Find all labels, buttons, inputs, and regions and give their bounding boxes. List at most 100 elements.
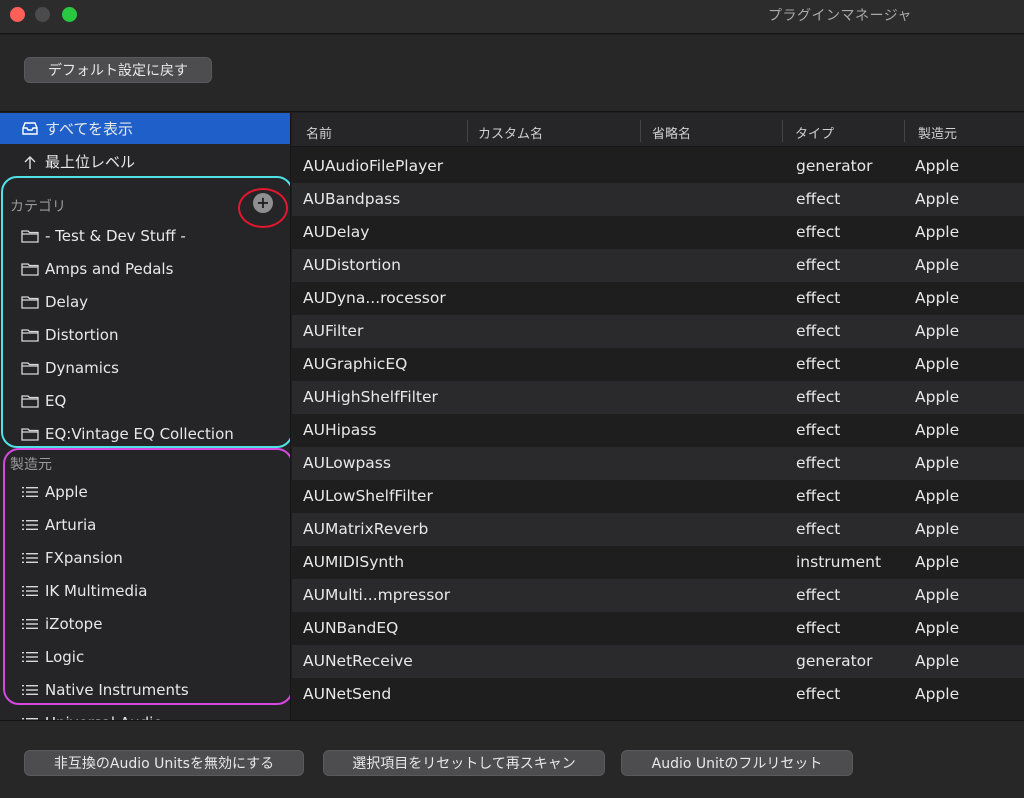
sidebar-item-label: - Test & Dev Stuff - (45, 226, 186, 245)
cell-manufacturer: Apple (915, 355, 960, 373)
cell-manufacturer: Apple (915, 289, 960, 307)
column-header-name[interactable]: 名前 (306, 123, 332, 142)
table-row[interactable]: AUAudioFilePlayer generator Apple (292, 150, 1024, 183)
add-category-button[interactable]: + (253, 193, 273, 213)
column-header-manufacturer[interactable]: 製造元 (918, 123, 957, 142)
cell-name: AUHipass (303, 421, 377, 439)
cell-manufacturer: Apple (915, 553, 960, 571)
table-row[interactable]: AUBandpass effect Apple (292, 183, 1024, 216)
plus-icon: + (256, 193, 270, 212)
disable-incompatible-button[interactable]: 非互換のAudio Unitsを無効にする (24, 750, 304, 776)
sidebar-item-manufacturer[interactable]: Arturia (0, 509, 290, 540)
sidebar-item-manufacturer[interactable]: Universal Audio (0, 707, 290, 720)
minimize-window-button[interactable] (35, 7, 50, 22)
list-icon (17, 618, 43, 630)
cell-type: generator (796, 157, 873, 175)
sidebar-item-manufacturer[interactable]: IK Multimedia (0, 575, 290, 606)
sidebar-item-category[interactable]: - Test & Dev Stuff - (0, 220, 290, 251)
cell-name: AUBandpass (303, 190, 401, 208)
sidebar-item-category[interactable]: EQ:Vintage EQ Collection (0, 418, 290, 449)
sidebar-item-manufacturer[interactable]: iZotope (0, 608, 290, 639)
table-row[interactable]: AUFilter effect Apple (292, 315, 1024, 348)
sidebar-item-category[interactable]: Amps and Pedals (0, 253, 290, 284)
sidebar-item-manufacturer[interactable]: Apple (0, 476, 290, 507)
cell-type: effect (796, 421, 841, 439)
list-icon (17, 651, 43, 663)
sidebar-item-label: IK Multimedia (45, 581, 148, 600)
sidebar-item-category[interactable]: Delay (0, 286, 290, 317)
sidebar-item-top-level[interactable]: 最上位レベル (0, 146, 290, 177)
sidebar-item-label: Dynamics (45, 358, 119, 377)
column-header-short-name[interactable]: 省略名 (652, 123, 691, 142)
sidebar-item-category[interactable]: EQ (0, 385, 290, 416)
table-row[interactable]: AUMIDISynth instrument Apple (292, 546, 1024, 579)
folder-icon (17, 229, 43, 243)
cell-type: effect (796, 289, 841, 307)
cell-type: effect (796, 619, 841, 637)
sidebar-item-label: 最上位レベル (45, 153, 136, 171)
cell-manufacturer: Apple (915, 322, 960, 340)
cell-name: AUMIDISynth (303, 553, 405, 571)
cell-type: effect (796, 454, 841, 472)
folder-icon (17, 262, 43, 276)
table-row[interactable]: AUNetReceive generator Apple (292, 645, 1024, 678)
table-row[interactable]: AUHighShelfFilter effect Apple (292, 381, 1024, 414)
cell-manufacturer: Apple (915, 586, 960, 604)
toolbar: デフォルト設定に戻す (0, 35, 1024, 112)
cell-type: effect (796, 256, 841, 274)
sidebar-item-label: Logic (45, 647, 85, 666)
table-row[interactable]: AUMulti...mpressor effect Apple (292, 579, 1024, 612)
table-row[interactable]: AUGraphicEQ effect Apple (292, 348, 1024, 381)
sidebar-item-category[interactable]: Dynamics (0, 352, 290, 383)
sidebar-item-manufacturer[interactable]: Native Instruments (0, 674, 290, 705)
sidebar-item-label: Native Instruments (45, 680, 189, 699)
sidebar-item-label: Delay (45, 292, 89, 311)
plugin-table: 名前 カスタム名 省略名 タイプ 製造元 AUAudioFilePlayer ge… (292, 113, 1024, 720)
cell-manufacturer: Apple (915, 157, 960, 175)
table-row[interactable]: AULowpass effect Apple (292, 447, 1024, 480)
sidebar-item-label: すべてを表示 (45, 120, 134, 138)
table-row[interactable]: AUMatrixReverb effect Apple (292, 513, 1024, 546)
table-row[interactable]: AUNBandEQ effect Apple (292, 612, 1024, 645)
sidebar: すべてを表示 最上位レベル カテゴリ + - Test & Dev Stuff … (0, 113, 291, 720)
sidebar-item-show-all[interactable]: すべてを表示 (0, 113, 290, 144)
cell-manufacturer: Apple (915, 520, 960, 538)
bottom-bar: 非互換のAudio Unitsを無効にする 選択項目をリセットして再スキャン A… (0, 720, 1024, 798)
cell-type: effect (796, 388, 841, 406)
sidebar-item-label: iZotope (45, 614, 103, 633)
cell-manufacturer: Apple (915, 256, 960, 274)
folder-icon (17, 394, 43, 408)
cell-type: effect (796, 685, 841, 703)
sidebar-item-label: Amps and Pedals (45, 259, 174, 278)
table-row[interactable]: AUDistortion effect Apple (292, 249, 1024, 282)
cell-type: generator (796, 652, 873, 670)
sidebar-item-category[interactable]: Distortion (0, 319, 290, 350)
cell-name: AUNBandEQ (303, 619, 399, 637)
cell-type: effect (796, 190, 841, 208)
category-section-header: カテゴリ (10, 199, 66, 215)
table-row[interactable]: AUHipass effect Apple (292, 414, 1024, 447)
sidebar-item-label: Arturia (45, 515, 97, 534)
table-row[interactable]: AULowShelfFilter effect Apple (292, 480, 1024, 513)
sidebar-item-label: EQ (45, 391, 67, 410)
sidebar-item-manufacturer[interactable]: FXpansion (0, 542, 290, 573)
cell-name: AUDistortion (303, 256, 401, 274)
reset-and-rescan-button[interactable]: 選択項目をリセットして再スキャン (323, 750, 605, 776)
zoom-window-button[interactable] (62, 7, 77, 22)
column-header-custom-name[interactable]: カスタム名 (478, 123, 543, 142)
cell-name: AUNetSend (303, 685, 392, 703)
table-row[interactable]: AUDyna...rocessor effect Apple (292, 282, 1024, 315)
close-window-button[interactable] (10, 7, 25, 22)
cell-name: AUMulti...mpressor (303, 586, 451, 604)
sidebar-item-manufacturer[interactable]: Logic (0, 641, 290, 672)
full-reset-button[interactable]: Audio Unitのフルリセット (621, 750, 853, 776)
cell-manufacturer: Apple (915, 454, 960, 472)
cell-name: AULowpass (303, 454, 391, 472)
restore-defaults-button[interactable]: デフォルト設定に戻す (24, 57, 212, 83)
table-row[interactable]: AUDelay effect Apple (292, 216, 1024, 249)
cell-name: AUMatrixReverb (303, 520, 429, 538)
column-header-type[interactable]: タイプ (795, 123, 834, 142)
cell-manufacturer: Apple (915, 619, 960, 637)
table-row[interactable]: AUNetSend effect Apple (292, 678, 1024, 711)
list-icon (17, 552, 43, 564)
